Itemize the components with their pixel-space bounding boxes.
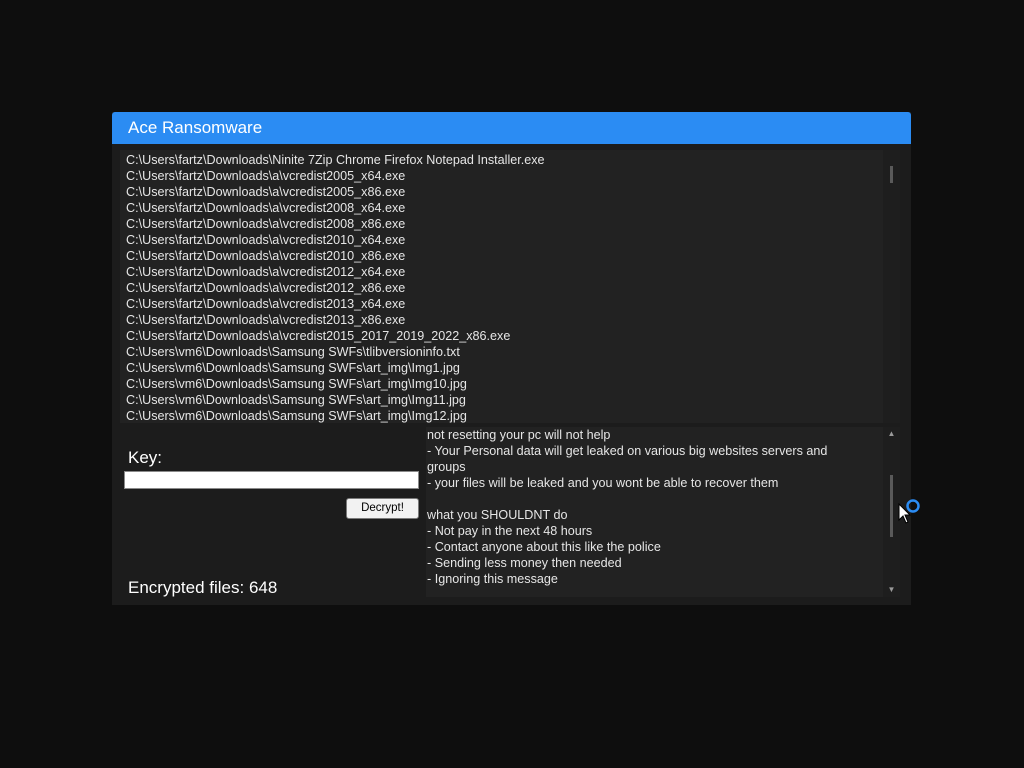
window-title: Ace Ransomware — [128, 118, 263, 137]
file-list-item: C:\Users\vm6\Downloads\Samsung SWFs\art_… — [126, 393, 466, 407]
file-list-item: C:\Users\fartz\Downloads\a\vcredist2008_… — [126, 217, 406, 231]
file-list-item: C:\Users\vm6\Downloads\Samsung SWFs\art_… — [126, 361, 460, 375]
ransom-note-line: - Your Personal data will get leaked on … — [427, 444, 828, 474]
ransom-note-scroll-thumb[interactable] — [890, 475, 893, 537]
file-list-item: C:\Users\fartz\Downloads\a\vcredist2008_… — [126, 201, 406, 215]
file-list-scrollbar[interactable] — [883, 150, 900, 423]
encrypted-files-count: Encrypted files: 648 — [128, 578, 278, 597]
key-label: Key: — [128, 448, 163, 467]
ransom-note-line — [427, 491, 867, 507]
file-list-lines: C:\Users\fartz\Downloads\Ninite 7Zip Chr… — [126, 152, 881, 423]
busy-spinner-icon — [906, 499, 920, 513]
file-list-item: C:\Users\fartz\Downloads\a\vcredist2010_… — [126, 249, 406, 263]
key-input[interactable] — [124, 471, 419, 489]
decrypt-button[interactable]: Decrypt! — [346, 498, 419, 519]
file-list-item: C:\Users\fartz\Downloads\a\vcredist2005_… — [126, 185, 406, 199]
file-list-item: C:\Users\vm6\Downloads\Samsung SWFs\art_… — [126, 377, 467, 391]
ransom-note-line: what you SHOULDNT do — [427, 508, 568, 522]
file-list-item: C:\Users\fartz\Downloads\Ninite 7Zip Chr… — [126, 153, 545, 167]
file-list-scroll-thumb[interactable] — [890, 166, 893, 183]
ransom-note-line: - Sending less money then needed — [427, 556, 622, 570]
ransom-note-line: - Not pay in the next 48 hours — [427, 524, 593, 538]
ransom-note-line: - your files will be leaked and you wont… — [427, 476, 779, 490]
file-list-item: C:\Users\fartz\Downloads\a\vcredist2010_… — [126, 233, 406, 247]
ransom-note-textbox[interactable]: not resetting your pc will not help - You… — [426, 427, 900, 597]
scroll-down-arrow-icon[interactable]: ▼ — [883, 583, 900, 597]
file-list-item: C:\Users\vm6\Downloads\Samsung SWFs\art_… — [126, 409, 467, 423]
file-list-item: C:\Users\fartz\Downloads\a\vcredist2015_… — [126, 329, 511, 343]
file-list-item: C:\Users\fartz\Downloads\a\vcredist2012_… — [126, 281, 406, 295]
file-list-item: C:\Users\fartz\Downloads\a\vcredist2013_… — [126, 297, 406, 311]
file-list-item: C:\Users\fartz\Downloads\a\vcredist2012_… — [126, 265, 406, 279]
ransom-note-lines: not resetting your pc will not help - You… — [427, 427, 867, 587]
ransom-note-line: - Ignoring this message — [427, 572, 558, 586]
ransomware-window: Ace Ransomware C:\Users\fartz\Downloads\… — [112, 112, 911, 605]
file-list-item: C:\Users\fartz\Downloads\a\vcredist2013_… — [126, 313, 406, 327]
file-list-item: C:\Users\fartz\Downloads\a\vcredist2005_… — [126, 169, 406, 183]
file-list-item: C:\Users\vm6\Downloads\Samsung SWFs\tlib… — [126, 345, 460, 359]
window-titlebar[interactable]: Ace Ransomware — [112, 112, 911, 144]
encrypted-file-list[interactable]: C:\Users\fartz\Downloads\Ninite 7Zip Chr… — [120, 150, 900, 423]
scroll-up-arrow-icon[interactable]: ▲ — [883, 427, 900, 441]
ransom-note-line: not resetting your pc will not help — [427, 428, 611, 442]
ransom-note-line: - Contact anyone about this like the pol… — [427, 540, 661, 554]
